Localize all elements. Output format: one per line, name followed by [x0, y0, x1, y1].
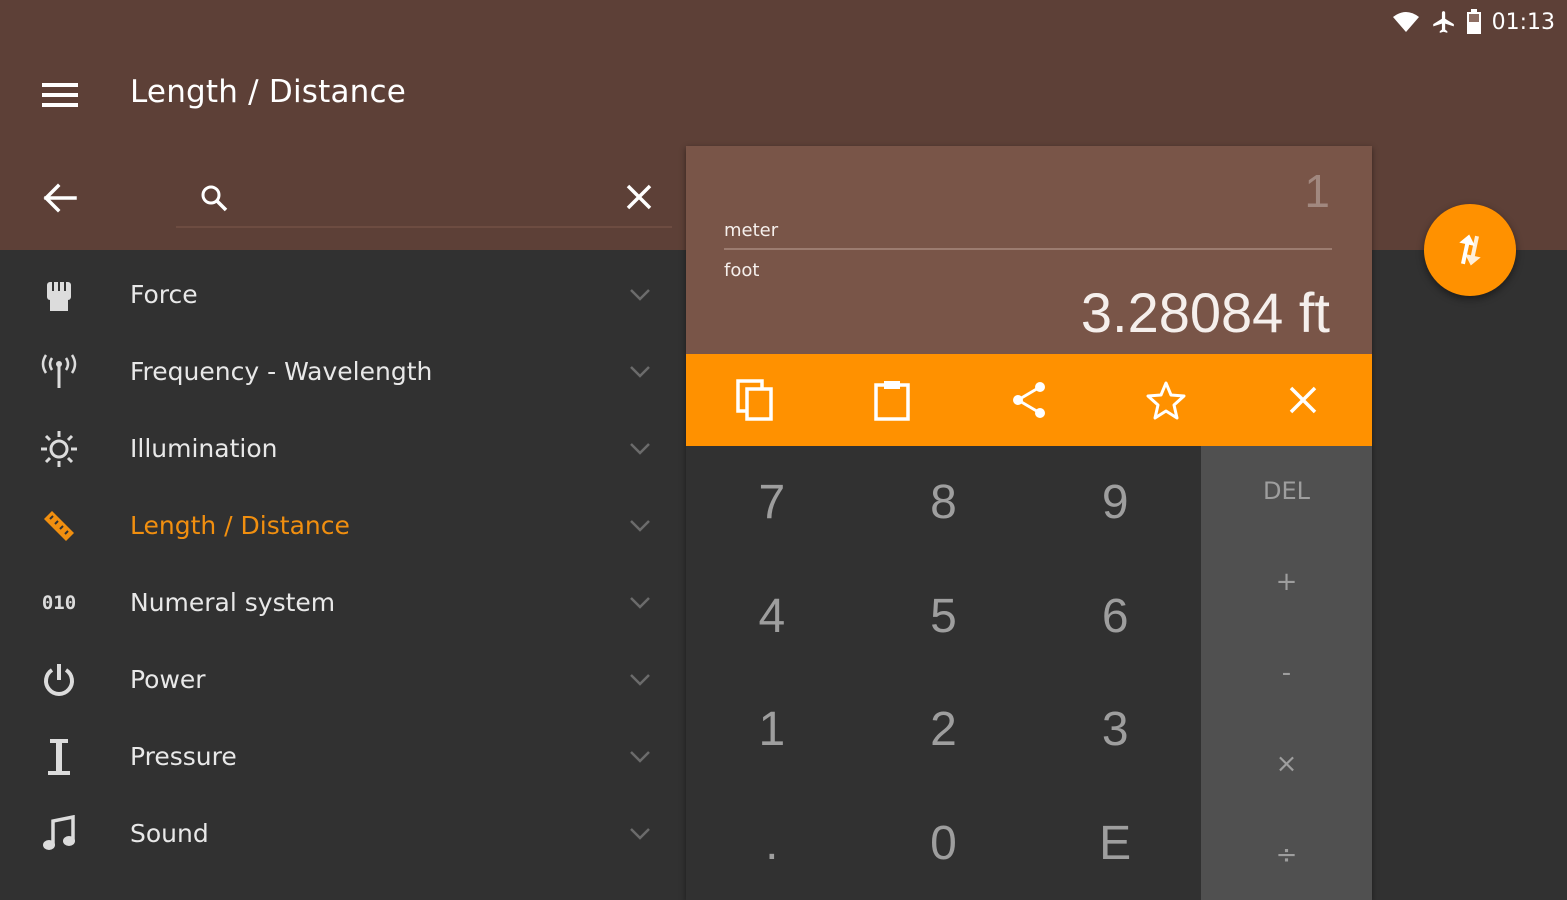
action-bar: [686, 354, 1372, 446]
category-item-pressure[interactable]: Pressure: [0, 718, 686, 795]
clock: 01:13: [1491, 9, 1555, 35]
delete-button[interactable]: DEL: [1201, 446, 1372, 537]
page-title: Length / Distance: [130, 74, 407, 110]
category-list: Force Frequency - Wavelength Illuminatio…: [0, 250, 686, 900]
category-label: Pressure: [130, 742, 237, 771]
to-unit-label[interactable]: foot: [724, 260, 759, 281]
chevron-down-icon[interactable]: [626, 281, 654, 309]
fist-icon: [36, 272, 82, 318]
clear-search-button[interactable]: [622, 180, 656, 214]
music-note-icon: [36, 811, 82, 857]
key-9[interactable]: 9: [1029, 446, 1201, 560]
status-bar: 01:13: [1392, 6, 1555, 38]
chevron-down-icon[interactable]: [626, 589, 654, 617]
chevron-down-icon[interactable]: [626, 435, 654, 463]
search-icon: [198, 182, 230, 218]
airplane-icon: [1430, 9, 1456, 35]
key-0[interactable]: 0: [858, 787, 1030, 900]
plus-button[interactable]: +: [1201, 537, 1372, 628]
key-4[interactable]: 4: [686, 560, 858, 674]
wifi-icon: [1392, 11, 1420, 33]
paste-button[interactable]: [823, 354, 960, 446]
category-item-numeral-system[interactable]: 010 Numeral system: [0, 564, 686, 641]
operator-panel: DEL + - × ÷: [1201, 446, 1372, 900]
key-2[interactable]: 2: [858, 673, 1030, 787]
category-item-sound[interactable]: Sound: [0, 795, 686, 872]
sun-icon: [36, 426, 82, 472]
chevron-down-icon[interactable]: [626, 512, 654, 540]
pressure-icon: [36, 734, 82, 780]
key-5[interactable]: 5: [858, 560, 1030, 674]
ruler-icon: [36, 503, 82, 549]
copy-icon: [735, 379, 773, 421]
category-label: Numeral system: [130, 588, 336, 617]
star-icon: [1146, 381, 1186, 420]
chevron-down-icon[interactable]: [626, 820, 654, 848]
favorite-button[interactable]: [1098, 354, 1235, 446]
arrow-back-icon: [43, 183, 77, 213]
search-bar: [176, 170, 672, 228]
from-unit-label[interactable]: meter: [724, 220, 778, 241]
category-item-frequency[interactable]: Frequency - Wavelength: [0, 333, 686, 410]
key-8[interactable]: 8: [858, 446, 1030, 560]
divide-button[interactable]: ÷: [1201, 809, 1372, 900]
category-item-illumination[interactable]: Illumination: [0, 410, 686, 487]
key-exponent[interactable]: E: [1029, 787, 1201, 900]
category-label: Sound: [130, 819, 209, 848]
key-1[interactable]: 1: [686, 673, 858, 787]
number-keypad: 7 8 9 4 5 6 1 2 3 . 0 E: [686, 446, 1201, 900]
category-label: Power: [130, 665, 206, 694]
category-label: Length / Distance: [130, 511, 350, 540]
chevron-down-icon[interactable]: [626, 666, 654, 694]
category-item-length[interactable]: Length / Distance: [0, 487, 686, 564]
key-3[interactable]: 3: [1029, 673, 1201, 787]
chevron-down-icon[interactable]: [626, 358, 654, 386]
category-item-power[interactable]: Power: [0, 641, 686, 718]
input-underline: [724, 248, 1332, 250]
minus-button[interactable]: -: [1201, 628, 1372, 719]
copy-button[interactable]: [686, 354, 823, 446]
category-label: Force: [130, 280, 198, 309]
battery-icon: [1466, 9, 1482, 35]
result-value: 3.28084 ft: [1080, 281, 1330, 344]
key-decimal[interactable]: .: [686, 787, 858, 900]
swap-icon: [1459, 234, 1481, 266]
converter-card: 1 meter foot 3.28084 ft 7 8 9 4 5 6 1 2 …: [686, 146, 1372, 900]
binary-icon: 010: [41, 591, 77, 614]
conversion-panel: 1 meter foot 3.28084 ft: [686, 146, 1372, 354]
menu-button[interactable]: [40, 78, 80, 112]
close-button[interactable]: [1235, 354, 1372, 446]
close-icon: [626, 184, 652, 210]
back-button[interactable]: [40, 178, 80, 218]
antenna-icon: [36, 349, 82, 395]
search-input[interactable]: [244, 178, 604, 218]
multiply-button[interactable]: ×: [1201, 718, 1372, 809]
key-6[interactable]: 6: [1029, 560, 1201, 674]
paste-icon: [874, 381, 910, 421]
category-item-force[interactable]: Force: [0, 256, 686, 333]
chevron-down-icon[interactable]: [626, 743, 654, 771]
category-label: Illumination: [130, 434, 278, 463]
menu-icon: [42, 83, 78, 107]
power-icon: [36, 657, 82, 703]
key-7[interactable]: 7: [686, 446, 858, 560]
close-icon: [1290, 386, 1317, 414]
share-button[interactable]: [960, 354, 1097, 446]
share-icon: [1013, 382, 1045, 418]
swap-units-button[interactable]: [1424, 204, 1516, 296]
input-value[interactable]: 1: [1304, 164, 1330, 218]
category-label: Frequency - Wavelength: [130, 357, 433, 386]
